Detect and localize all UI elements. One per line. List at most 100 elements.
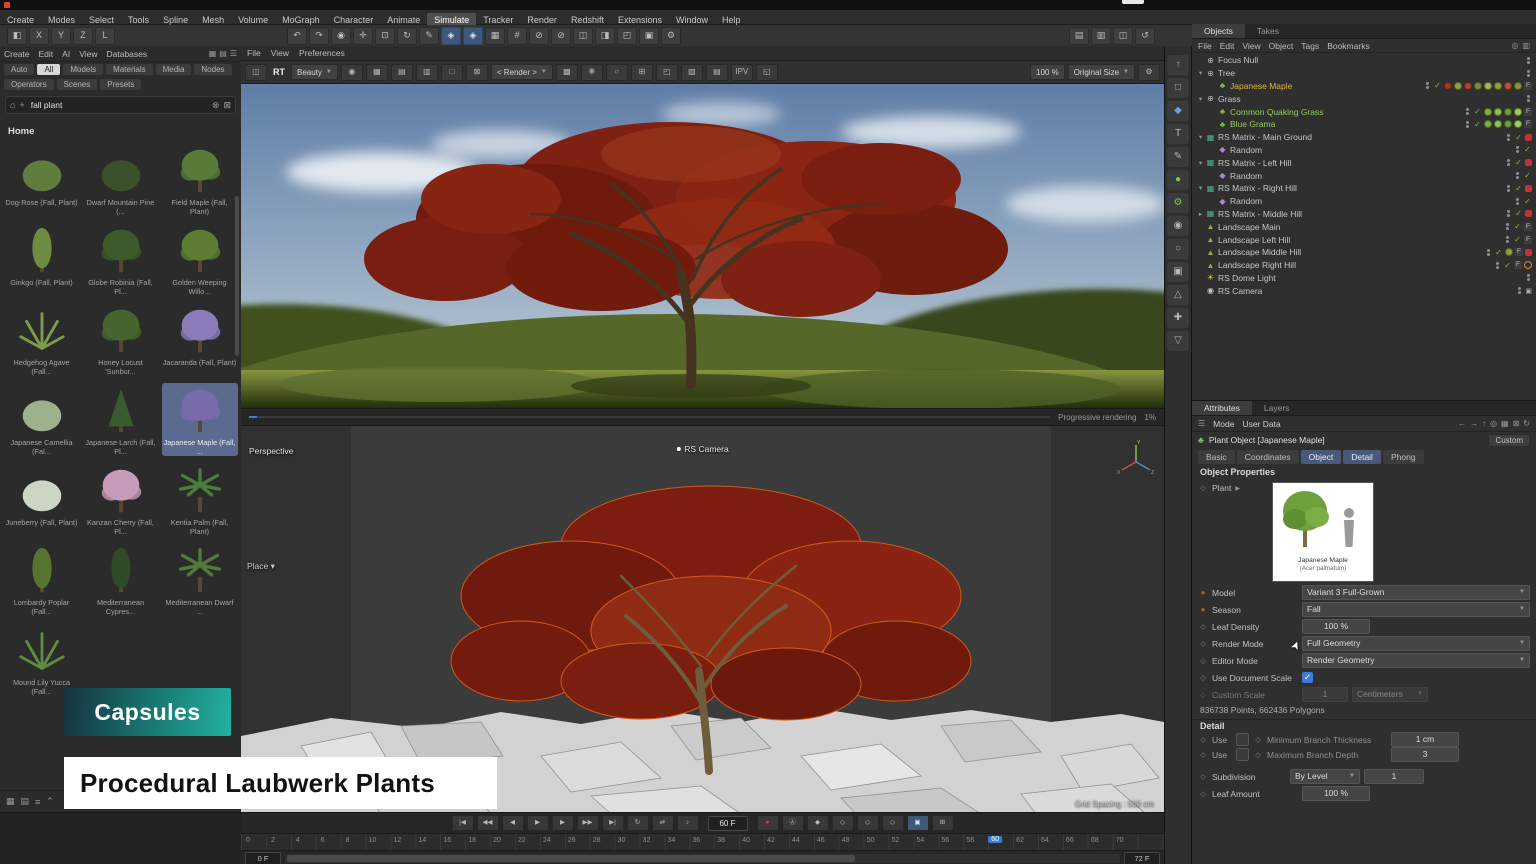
- ruler-tick[interactable]: 22: [518, 837, 526, 844]
- object-row-tree[interactable]: ▾⊕Tree: [1192, 67, 1536, 80]
- expand-icon[interactable]: ⊞: [631, 64, 653, 81]
- channels-icon[interactable]: ▨: [681, 64, 703, 81]
- material-swatch[interactable]: [1444, 82, 1452, 90]
- back-icon[interactable]: ←: [1458, 419, 1466, 428]
- visibility-dots[interactable]: [1516, 146, 1519, 153]
- enabled-check-icon[interactable]: ✓: [1514, 184, 1523, 193]
- use-checkbox[interactable]: [1236, 748, 1249, 761]
- circle-icon[interactable]: ○: [606, 64, 628, 81]
- timeline-scroll-thumb[interactable]: [287, 855, 855, 862]
- enabled-check-icon[interactable]: ✓: [1513, 222, 1522, 231]
- asset-tile-globe-robinia-fall-pl[interactable]: Globe Robinia (Fall, Pl...: [83, 223, 159, 296]
- dock-icon[interactable]: ◱: [756, 64, 778, 81]
- coord-system-button[interactable]: L: [95, 27, 115, 45]
- property-select-season[interactable]: Fall▼: [1302, 602, 1530, 617]
- visibility-dots[interactable]: [1507, 210, 1510, 217]
- enabled-check-icon[interactable]: ✓: [1523, 145, 1532, 154]
- objects-menu-tags[interactable]: Tags: [1301, 41, 1319, 51]
- render-view-icon[interactable]: ◰: [617, 27, 637, 45]
- timeline-scrollbar[interactable]: [285, 854, 1120, 863]
- magnet-tool-icon[interactable]: ✚: [1167, 308, 1189, 328]
- enabled-check-icon[interactable]: ✓: [1514, 209, 1523, 218]
- autokey-button[interactable]: Ⓐ: [782, 815, 804, 831]
- keyframe-icon[interactable]: ◆: [807, 815, 829, 831]
- panel-grid-icon[interactable]: ▦: [209, 49, 217, 58]
- detail-field-maximum-branch-depth[interactable]: 3: [1391, 747, 1459, 762]
- prev-frame-button[interactable]: ◀: [502, 815, 524, 831]
- ruler-tick[interactable]: 24: [543, 837, 551, 844]
- place-tool-label[interactable]: Place ▾: [247, 561, 275, 572]
- tab-takes[interactable]: Takes: [1245, 24, 1291, 38]
- mode-menu[interactable]: Mode: [1213, 419, 1234, 429]
- text-tool-icon[interactable]: T: [1167, 124, 1189, 144]
- workplane-icon[interactable]: ◧: [7, 27, 27, 45]
- cube-tool-icon[interactable]: □: [1167, 78, 1189, 98]
- object-row-rs-matrix-middle-hill[interactable]: ▸▦RS Matrix - Middle Hill✓: [1192, 208, 1536, 221]
- visibility-dots[interactable]: [1518, 287, 1521, 294]
- ruler-tick[interactable]: 54: [917, 837, 925, 844]
- capsule-tool-icon[interactable]: ⚙: [1167, 193, 1189, 213]
- range-end-field[interactable]: 72 F: [1124, 852, 1160, 864]
- visibility-dots[interactable]: [1507, 134, 1510, 141]
- simulate-toggle-icon[interactable]: ◈: [441, 27, 461, 45]
- material-swatch[interactable]: [1494, 82, 1502, 90]
- object-row-common-quaking-grass[interactable]: ♣Common Quaking Grass✓F: [1192, 105, 1536, 118]
- material-swatch[interactable]: [1484, 82, 1492, 90]
- attr-tab-basic[interactable]: Basic: [1198, 450, 1235, 464]
- visibility-dots[interactable]: [1506, 223, 1509, 230]
- material-swatch[interactable]: [1494, 120, 1502, 128]
- visibility-dots[interactable]: [1487, 249, 1490, 256]
- ruler-tick[interactable]: 4: [296, 837, 300, 844]
- filter-scenes[interactable]: Scenes: [57, 79, 98, 90]
- grid-snap-icon[interactable]: ▦: [485, 27, 505, 45]
- asset-tile-hedgehog-agave-fall[interactable]: Hedgehog Agave (Fall...: [4, 303, 80, 376]
- material-swatch[interactable]: [1484, 108, 1492, 116]
- attr-tab-coordinates[interactable]: Coordinates: [1237, 450, 1299, 464]
- ruler-tick[interactable]: 30: [618, 837, 626, 844]
- objects-menu-bookmarks[interactable]: Bookmarks: [1327, 41, 1370, 51]
- range-start-field[interactable]: 0 F: [245, 852, 281, 864]
- refresh-icon[interactable]: ↻: [1523, 419, 1530, 428]
- render-settings-icon[interactable]: ⚙: [661, 27, 681, 45]
- material-swatch[interactable]: [1504, 120, 1512, 128]
- dynamics-tool-icon[interactable]: ●: [1167, 170, 1189, 190]
- checker-icon[interactable]: ▩: [556, 64, 578, 81]
- layout-a-icon[interactable]: ▤: [1069, 27, 1089, 45]
- frame-icon[interactable]: ◰: [656, 64, 678, 81]
- undo-icon[interactable]: ↶: [287, 27, 307, 45]
- visibility-dots[interactable]: [1527, 274, 1530, 281]
- scale-key-icon[interactable]: ◇: [857, 815, 879, 831]
- pingpong-icon[interactable]: ⇄: [652, 815, 674, 831]
- rotate-icon[interactable]: ↻: [397, 27, 417, 45]
- cone-tool-icon[interactable]: △: [1167, 285, 1189, 305]
- ruler-tick[interactable]: 40: [742, 837, 750, 844]
- attr-tab-phong[interactable]: Phong: [1383, 450, 1424, 464]
- object-row-rs-matrix-right-hill[interactable]: ▾▦RS Matrix - Right Hill✓: [1192, 182, 1536, 195]
- filter-nodes[interactable]: Nodes: [194, 64, 231, 75]
- lock-icon[interactable]: ⊠: [1513, 419, 1520, 428]
- zoom-value[interactable]: 100 %: [1030, 64, 1065, 80]
- param-key-icon[interactable]: ▣: [907, 815, 929, 831]
- leaf-amount-field[interactable]: 100 %: [1302, 786, 1370, 801]
- enabled-check-icon[interactable]: ✓: [1514, 133, 1523, 142]
- object-row-random[interactable]: ◆Random✓: [1192, 144, 1536, 157]
- asset-tile-field-maple-fall-plant[interactable]: Field Maple (Fall, Plant): [162, 143, 238, 216]
- asset-tile-japanese-larch-fall-pl[interactable]: Japanese Larch (Fall, Pl...: [83, 383, 159, 456]
- objects-menu-edit[interactable]: Edit: [1220, 41, 1235, 51]
- sound-icon[interactable]: ♪: [677, 815, 699, 831]
- visibility-dots[interactable]: [1466, 108, 1469, 115]
- render-view-menu-file[interactable]: File: [247, 48, 261, 58]
- ruler-tick[interactable]: 38: [717, 837, 725, 844]
- object-row-landscape-middle-hill[interactable]: ▲Landscape Middle Hill✓F: [1192, 246, 1536, 259]
- visibility-dots[interactable]: [1466, 121, 1469, 128]
- snapshot-icon[interactable]: ◫: [1113, 27, 1133, 45]
- render-view-menu-preferences[interactable]: Preferences: [299, 48, 345, 58]
- lock-z-button[interactable]: Z: [73, 27, 93, 45]
- ruler-tick[interactable]: 48: [842, 837, 850, 844]
- sphere-tool-icon[interactable]: ○: [1167, 239, 1189, 259]
- tag-badge[interactable]: F: [1514, 261, 1522, 269]
- ruler-tick[interactable]: 0: [246, 837, 250, 844]
- keyframe-tool-icon[interactable]: ◆: [1167, 101, 1189, 121]
- filter-operators[interactable]: Operators: [4, 79, 54, 90]
- material-swatch[interactable]: [1514, 82, 1522, 90]
